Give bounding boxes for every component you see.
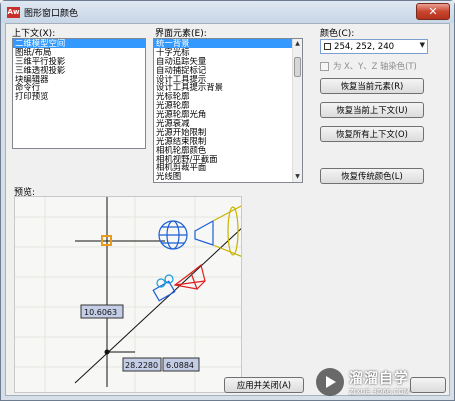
- apply-and-close-button[interactable]: 应用并关闭(A): [224, 377, 304, 393]
- chevron-down-icon[interactable]: ▼: [420, 41, 425, 49]
- restore-all-contexts-button[interactable]: 恢复所有上下文(O): [320, 126, 424, 142]
- tint-axes-option: 为 X、Y、Z 轴染色(T): [320, 60, 417, 72]
- svg-text:6.0884: 6.0884: [166, 361, 194, 370]
- scroll-thumb[interactable]: [294, 57, 301, 77]
- interface-element-item[interactable]: 光线图: [154, 172, 302, 181]
- dimension-input-horizontal-2: 6.0884: [162, 357, 200, 372]
- context-item[interactable]: 三维平行投影: [13, 57, 145, 66]
- interface-element-item[interactable]: 设计工具提示: [154, 75, 302, 84]
- camera-glyph: [152, 263, 206, 302]
- context-item[interactable]: 二维模型空间: [13, 39, 145, 48]
- dialog-body: 上下文(X): 二维模型空间 图纸/布局 三维平行投影 三维透视投影 块编辑器 …: [5, 23, 450, 396]
- preview-drawing: 10.6063 28.2280 6.0884: [15, 197, 241, 392]
- interface-elements-listbox[interactable]: 统一背景 十字光标 自动追踪矢量 自动捕捉标记 设计工具提示 设计工具提示背景 …: [153, 38, 303, 183]
- context-listbox[interactable]: 二维模型空间 图纸/布局 三维平行投影 三维透视投影 块编辑器 命令行 打印预览: [12, 38, 146, 149]
- interface-element-item[interactable]: 设计工具提示背景: [154, 83, 302, 92]
- tint-axes-checkbox[interactable]: [320, 61, 329, 71]
- interface-element-item[interactable]: 统一背景: [154, 39, 302, 48]
- scroll-up-arrow-icon[interactable]: ▲: [293, 39, 302, 49]
- interface-element-item[interactable]: 光源开始限制: [154, 128, 302, 137]
- close-button[interactable]: ✕: [416, 3, 450, 20]
- interface-element-item[interactable]: 相机视野/平截面: [154, 155, 302, 164]
- scroll-down-arrow-icon[interactable]: ▼: [293, 172, 302, 182]
- watermark: 溜溜自学 ZIXUE.3D66.COM: [316, 364, 446, 400]
- context-item[interactable]: 三维透视投影: [13, 66, 145, 75]
- interface-elements-scrollbar[interactable]: ▲ ▼: [292, 39, 302, 182]
- context-item[interactable]: 图纸/布局: [13, 48, 145, 57]
- dimension-input-vertical: 10.6063: [80, 304, 124, 319]
- play-logo-icon: [316, 368, 344, 396]
- restore-classic-colors-button[interactable]: 恢复传统颜色(L): [320, 168, 424, 184]
- interface-element-item[interactable]: 自动捕捉标记: [154, 66, 302, 75]
- title-bar[interactable]: Aw 图形窗口颜色 ✕: [1, 1, 454, 23]
- interface-element-item[interactable]: 光源结束限制: [154, 137, 302, 146]
- interface-element-item[interactable]: 自动追踪矢量: [154, 57, 302, 66]
- watermark-text: 溜溜自学: [349, 371, 409, 387]
- point-light-glyph: [158, 220, 188, 250]
- dialog-window: Aw 图形窗口颜色 ✕ 上下文(X): 二维模型空间 图纸/布局 三维平行投影 …: [0, 0, 455, 401]
- color-value: 254, 252, 240: [334, 41, 395, 52]
- context-item[interactable]: 打印预览: [13, 92, 145, 101]
- preview-canvas: 10.6063 28.2280 6.0884: [14, 196, 242, 393]
- interface-element-item[interactable]: 相机剪裁平面: [154, 163, 302, 172]
- context-item[interactable]: 命令行: [13, 83, 145, 92]
- context-item[interactable]: 块编辑器: [13, 75, 145, 84]
- interface-element-item[interactable]: 光源衰减: [154, 119, 302, 128]
- watermark-url: ZIXUE.3D66.COM: [349, 388, 410, 396]
- interface-element-item[interactable]: 十字光标: [154, 48, 302, 57]
- point-marker: [104, 349, 110, 355]
- dimension-input-horizontal-1: 28.2280: [122, 357, 162, 372]
- tint-axes-label: 为 X、Y、Z 轴染色(T): [333, 61, 417, 71]
- color-swatch: [324, 43, 331, 50]
- interface-element-item[interactable]: 相机轮廓颜色: [154, 146, 302, 155]
- window-title: 图形窗口颜色: [24, 8, 79, 19]
- interface-element-item[interactable]: 光源轮廓光角: [154, 110, 302, 119]
- restore-current-element-button[interactable]: 恢复当前元素(R): [320, 78, 424, 94]
- restore-current-context-button[interactable]: 恢复当前上下文(U): [320, 102, 424, 118]
- svg-text:28.2280: 28.2280: [125, 361, 158, 370]
- interface-element-item[interactable]: 光源轮廓: [154, 101, 302, 110]
- autocad-app-icon: Aw: [7, 6, 20, 18]
- interface-element-item[interactable]: 光标轮廓: [154, 92, 302, 101]
- color-dropdown[interactable]: 254, 252, 240 ▼: [320, 39, 428, 54]
- color-label: 颜色(C):: [320, 29, 355, 39]
- svg-text:10.6063: 10.6063: [84, 308, 117, 317]
